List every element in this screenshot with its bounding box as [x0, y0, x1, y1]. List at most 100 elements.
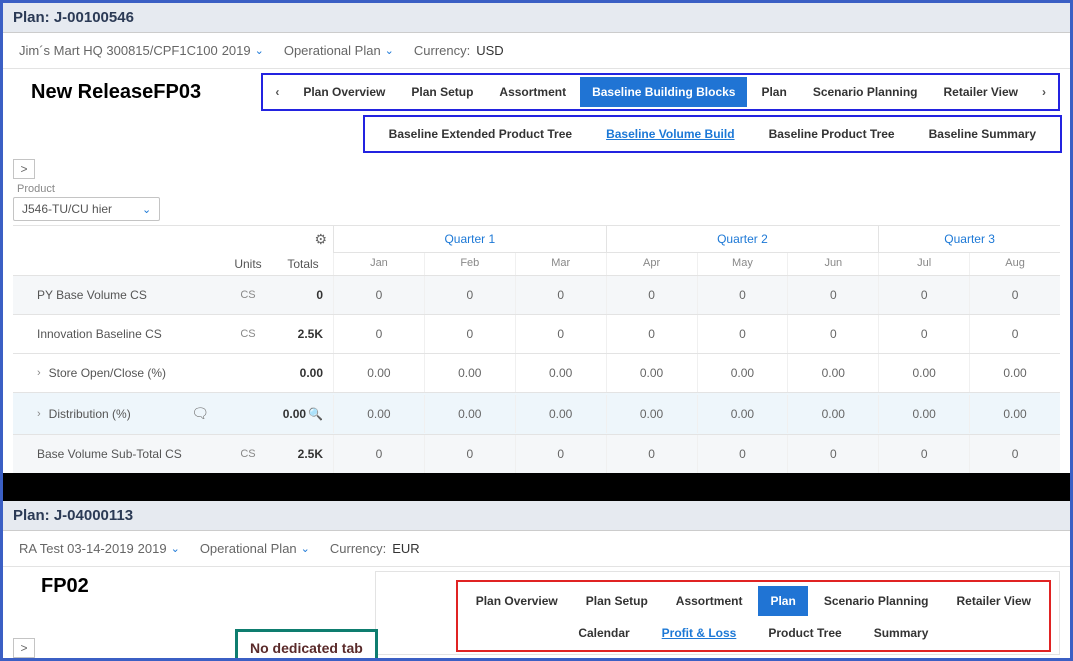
cell[interactable]: 0 — [333, 276, 424, 314]
subtab-summary[interactable]: Summary — [860, 620, 943, 646]
cell[interactable]: 0 — [333, 315, 424, 353]
expand-panel-button[interactable]: > — [13, 159, 35, 179]
product-selected: J546-TU/CU hier — [22, 202, 112, 216]
cell[interactable]: 0.00 — [333, 354, 424, 392]
cell[interactable]: 0 — [878, 276, 969, 314]
tab-retailer-view[interactable]: Retailer View — [945, 586, 1043, 616]
subtab-baseline-ext-product-tree[interactable]: Baseline Extended Product Tree — [375, 121, 586, 147]
cell[interactable]: 0 — [333, 435, 424, 473]
cell[interactable]: 0 — [424, 315, 515, 353]
expand-row-icon[interactable]: › — [37, 367, 41, 379]
gear-icon[interactable]: ⚙ — [273, 231, 333, 248]
month-header: Jul — [878, 253, 969, 275]
cell[interactable]: 0.00 — [606, 354, 697, 392]
cell[interactable]: 0.00 — [878, 354, 969, 392]
cell[interactable]: 0.00 — [697, 395, 788, 433]
cell[interactable]: 0 — [515, 276, 606, 314]
comment-icon[interactable]: 🗨 — [191, 405, 209, 422]
cell[interactable]: 0 — [878, 315, 969, 353]
table-row: PY Base Volume CSCS000000000 — [13, 275, 1060, 314]
tab-assortment[interactable]: Assortment — [487, 77, 578, 107]
cell[interactable]: 0 — [515, 315, 606, 353]
tab-assortment[interactable]: Assortment — [664, 586, 755, 616]
currency-label: Currency: — [414, 43, 470, 58]
tab-prev[interactable]: ‹ — [265, 77, 289, 107]
cell[interactable]: 0 — [424, 435, 515, 473]
product-dropdown[interactable]: J546-TU/CU hier ⌄ — [13, 197, 160, 221]
row-units: CS — [223, 448, 273, 460]
entity-label: Jim´s Mart HQ 300815/CPF1C100 — [19, 43, 218, 58]
release-badge: New ReleaseFP03 — [13, 81, 201, 104]
subtab-profit-loss[interactable]: Profit & Loss — [648, 620, 751, 646]
release-badge-lower: FP02 — [13, 571, 89, 598]
context-bar-upper: Jim´s Mart HQ 300815/CPF1C100 2019 ⌄ Ope… — [3, 33, 1070, 69]
zoom-icon[interactable]: 🔍 — [308, 407, 323, 421]
subtab-baseline-summary[interactable]: Baseline Summary — [915, 121, 1050, 147]
cell[interactable]: 0 — [606, 435, 697, 473]
month-header: May — [697, 253, 788, 275]
tab-plan[interactable]: Plan — [758, 586, 807, 616]
quarter-header: Quarter 1 — [333, 226, 606, 252]
tab-plan-overview[interactable]: Plan Overview — [291, 77, 397, 107]
units-header: Units — [223, 253, 273, 275]
cell[interactable]: 0.00 — [424, 354, 515, 392]
tab-plan-setup[interactable]: Plan Setup — [574, 586, 660, 616]
cell[interactable]: 0 — [606, 315, 697, 353]
plan-type-dropdown[interactable]: Operational Plan ⌄ — [194, 537, 316, 560]
cell[interactable]: 0 — [697, 435, 788, 473]
cell[interactable]: 0 — [969, 435, 1060, 473]
cell[interactable]: 0 — [787, 276, 878, 314]
expand-panel-button-lower[interactable]: > — [13, 638, 35, 658]
entity-dropdown[interactable]: RA Test 03-14-2019 2019 ⌄ — [13, 537, 186, 560]
subtab-product-tree[interactable]: Product Tree — [754, 620, 855, 646]
cell[interactable]: 0.00 — [606, 395, 697, 433]
cell[interactable]: 0.00 — [969, 354, 1060, 392]
tab-next[interactable]: › — [1032, 77, 1056, 107]
cell[interactable]: 0 — [787, 315, 878, 353]
context-bar-lower: RA Test 03-14-2019 2019 ⌄ Operational Pl… — [3, 531, 1070, 567]
tab-baseline-building-blocks[interactable]: Baseline Building Blocks — [580, 77, 747, 107]
quarter-header: Quarter 3 — [878, 226, 1060, 252]
cell[interactable]: 0 — [515, 435, 606, 473]
cell[interactable]: 0.00 — [515, 354, 606, 392]
cell[interactable]: 0 — [969, 276, 1060, 314]
table-row: ›Distribution (%)🗨0.00🔍0.000.000.000.000… — [13, 392, 1060, 434]
cell[interactable]: 0.00 — [969, 395, 1060, 433]
cell[interactable]: 0.00 — [878, 395, 969, 433]
row-name: PY Base Volume CS — [13, 276, 223, 314]
subtab-baseline-volume-build[interactable]: Baseline Volume Build — [592, 121, 748, 147]
cell[interactable]: 0.00 — [515, 395, 606, 433]
cell[interactable]: 0.00 — [333, 395, 424, 433]
plan-type-label: Operational Plan — [200, 541, 297, 556]
table-row: ›Store Open/Close (%)0.000.000.000.000.0… — [13, 353, 1060, 392]
plan-title-lower: Plan: J-04000113 — [3, 501, 1070, 531]
currency-label: Currency: — [330, 541, 386, 556]
plan-type-dropdown[interactable]: Operational Plan ⌄ — [278, 39, 400, 62]
cell[interactable]: 0 — [787, 435, 878, 473]
row-units: CS — [223, 328, 273, 340]
row-total: 2.5K — [273, 327, 333, 341]
cell[interactable]: 0.00 — [787, 395, 878, 433]
cell[interactable]: 0 — [878, 435, 969, 473]
cell[interactable]: 0 — [697, 276, 788, 314]
subtab-baseline-product-tree[interactable]: Baseline Product Tree — [755, 121, 909, 147]
cell[interactable]: 0.00 — [787, 354, 878, 392]
tab-retailer-view[interactable]: Retailer View — [932, 77, 1030, 107]
subtab-calendar[interactable]: Calendar — [564, 620, 643, 646]
tab-plan[interactable]: Plan — [749, 77, 798, 107]
tab-plan-setup[interactable]: Plan Setup — [399, 77, 485, 107]
tab-scenario-planning[interactable]: Scenario Planning — [801, 77, 930, 107]
cell[interactable]: 0 — [697, 315, 788, 353]
currency-display: Currency: USD — [408, 39, 510, 62]
expand-row-icon[interactable]: › — [37, 408, 41, 420]
cell[interactable]: 0 — [969, 315, 1060, 353]
tab-scenario-planning[interactable]: Scenario Planning — [812, 586, 941, 616]
tab-plan-overview[interactable]: Plan Overview — [464, 586, 570, 616]
cell[interactable]: 0 — [606, 276, 697, 314]
month-header: Feb — [424, 253, 515, 275]
cell[interactable]: 0 — [424, 276, 515, 314]
cell[interactable]: 0.00 — [424, 395, 515, 433]
main-tab-strip-upper: ‹ Plan Overview Plan Setup Assortment Ba… — [261, 73, 1060, 111]
entity-dropdown[interactable]: Jim´s Mart HQ 300815/CPF1C100 2019 ⌄ — [13, 39, 270, 62]
cell[interactable]: 0.00 — [697, 354, 788, 392]
